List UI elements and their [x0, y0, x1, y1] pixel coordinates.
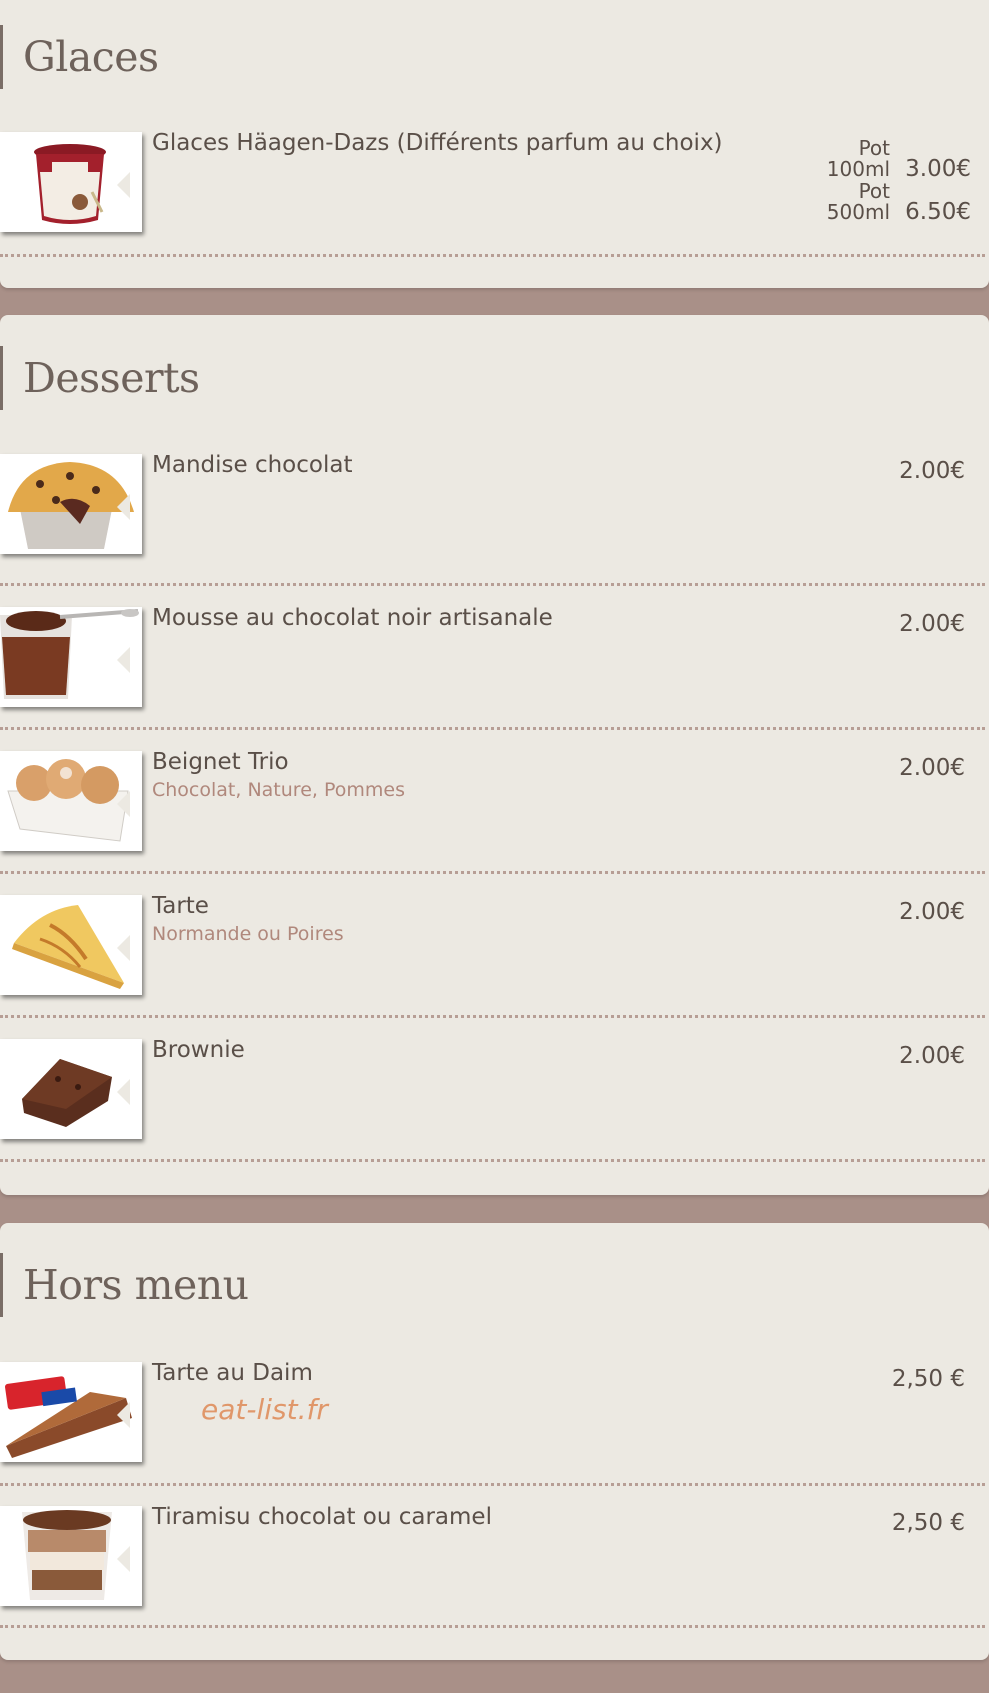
section-title: Hors menu — [0, 1253, 249, 1317]
section-glaces: Glaces Glaces Häagen-Dazs (Différents pa… — [0, 0, 989, 288]
thumb-pointer — [117, 647, 130, 673]
thumb-pointer — [117, 1079, 130, 1105]
thumb-pointer — [117, 1546, 130, 1572]
item-separator — [0, 871, 985, 874]
item-name: Brownie — [152, 1037, 245, 1063]
item-separator — [0, 1015, 985, 1018]
size-label-line2: 500ml — [826, 200, 890, 224]
item-name: Mousse au chocolat noir artisanale — [152, 605, 553, 631]
item-price: 2.00€ — [899, 458, 965, 484]
thumb-pointer — [117, 172, 130, 198]
item-description: Normande ou Poires — [152, 923, 344, 945]
item-name: Tiramisu chocolat ou caramel — [152, 1504, 492, 1530]
item-name: Tarte — [152, 893, 209, 919]
item-price: 2.00€ — [899, 899, 965, 925]
item-price: 2.00€ — [899, 755, 965, 781]
item-separator — [0, 1159, 985, 1162]
item-name: Beignet Trio — [152, 749, 289, 775]
section-desserts: Desserts Mandise chocolat 2.00€ Mousse a… — [0, 315, 989, 1195]
item-separator — [0, 254, 985, 257]
item-description: Chocolat, Nature, Pommes — [152, 779, 405, 801]
item-name: Glaces Häagen-Dazs (Différents parfum au… — [152, 130, 723, 156]
item-separator — [0, 583, 985, 586]
item-price: 2.00€ — [899, 611, 965, 637]
item-separator — [0, 1625, 985, 1628]
thumb-pointer — [117, 791, 130, 817]
section-title: Glaces — [0, 25, 159, 89]
item-name: Tarte au Daim — [152, 1360, 313, 1386]
item-price: 6.50€ — [905, 199, 971, 225]
size-label-line2: 100ml — [826, 157, 890, 181]
item-name: Mandise chocolat — [152, 452, 353, 478]
section-title: Desserts — [0, 346, 200, 410]
item-separator — [0, 727, 985, 730]
size-label: Pot 500ml — [827, 181, 890, 223]
thumb-pointer — [117, 494, 130, 520]
watermark-text: eat-list.fr — [201, 1393, 328, 1426]
size-label: Pot 100ml — [827, 138, 890, 180]
thumb-pointer — [117, 935, 130, 961]
item-price: 2,50 € — [891, 1510, 965, 1536]
item-price: 2,50 € — [891, 1366, 965, 1392]
section-hors-menu: Hors menu Tarte au Daim 2,50 € Tiramisu … — [0, 1223, 989, 1660]
item-price: 3.00€ — [905, 156, 971, 182]
thumb-pointer — [117, 1402, 130, 1428]
item-separator — [0, 1483, 985, 1486]
item-price: 2.00€ — [899, 1043, 965, 1069]
